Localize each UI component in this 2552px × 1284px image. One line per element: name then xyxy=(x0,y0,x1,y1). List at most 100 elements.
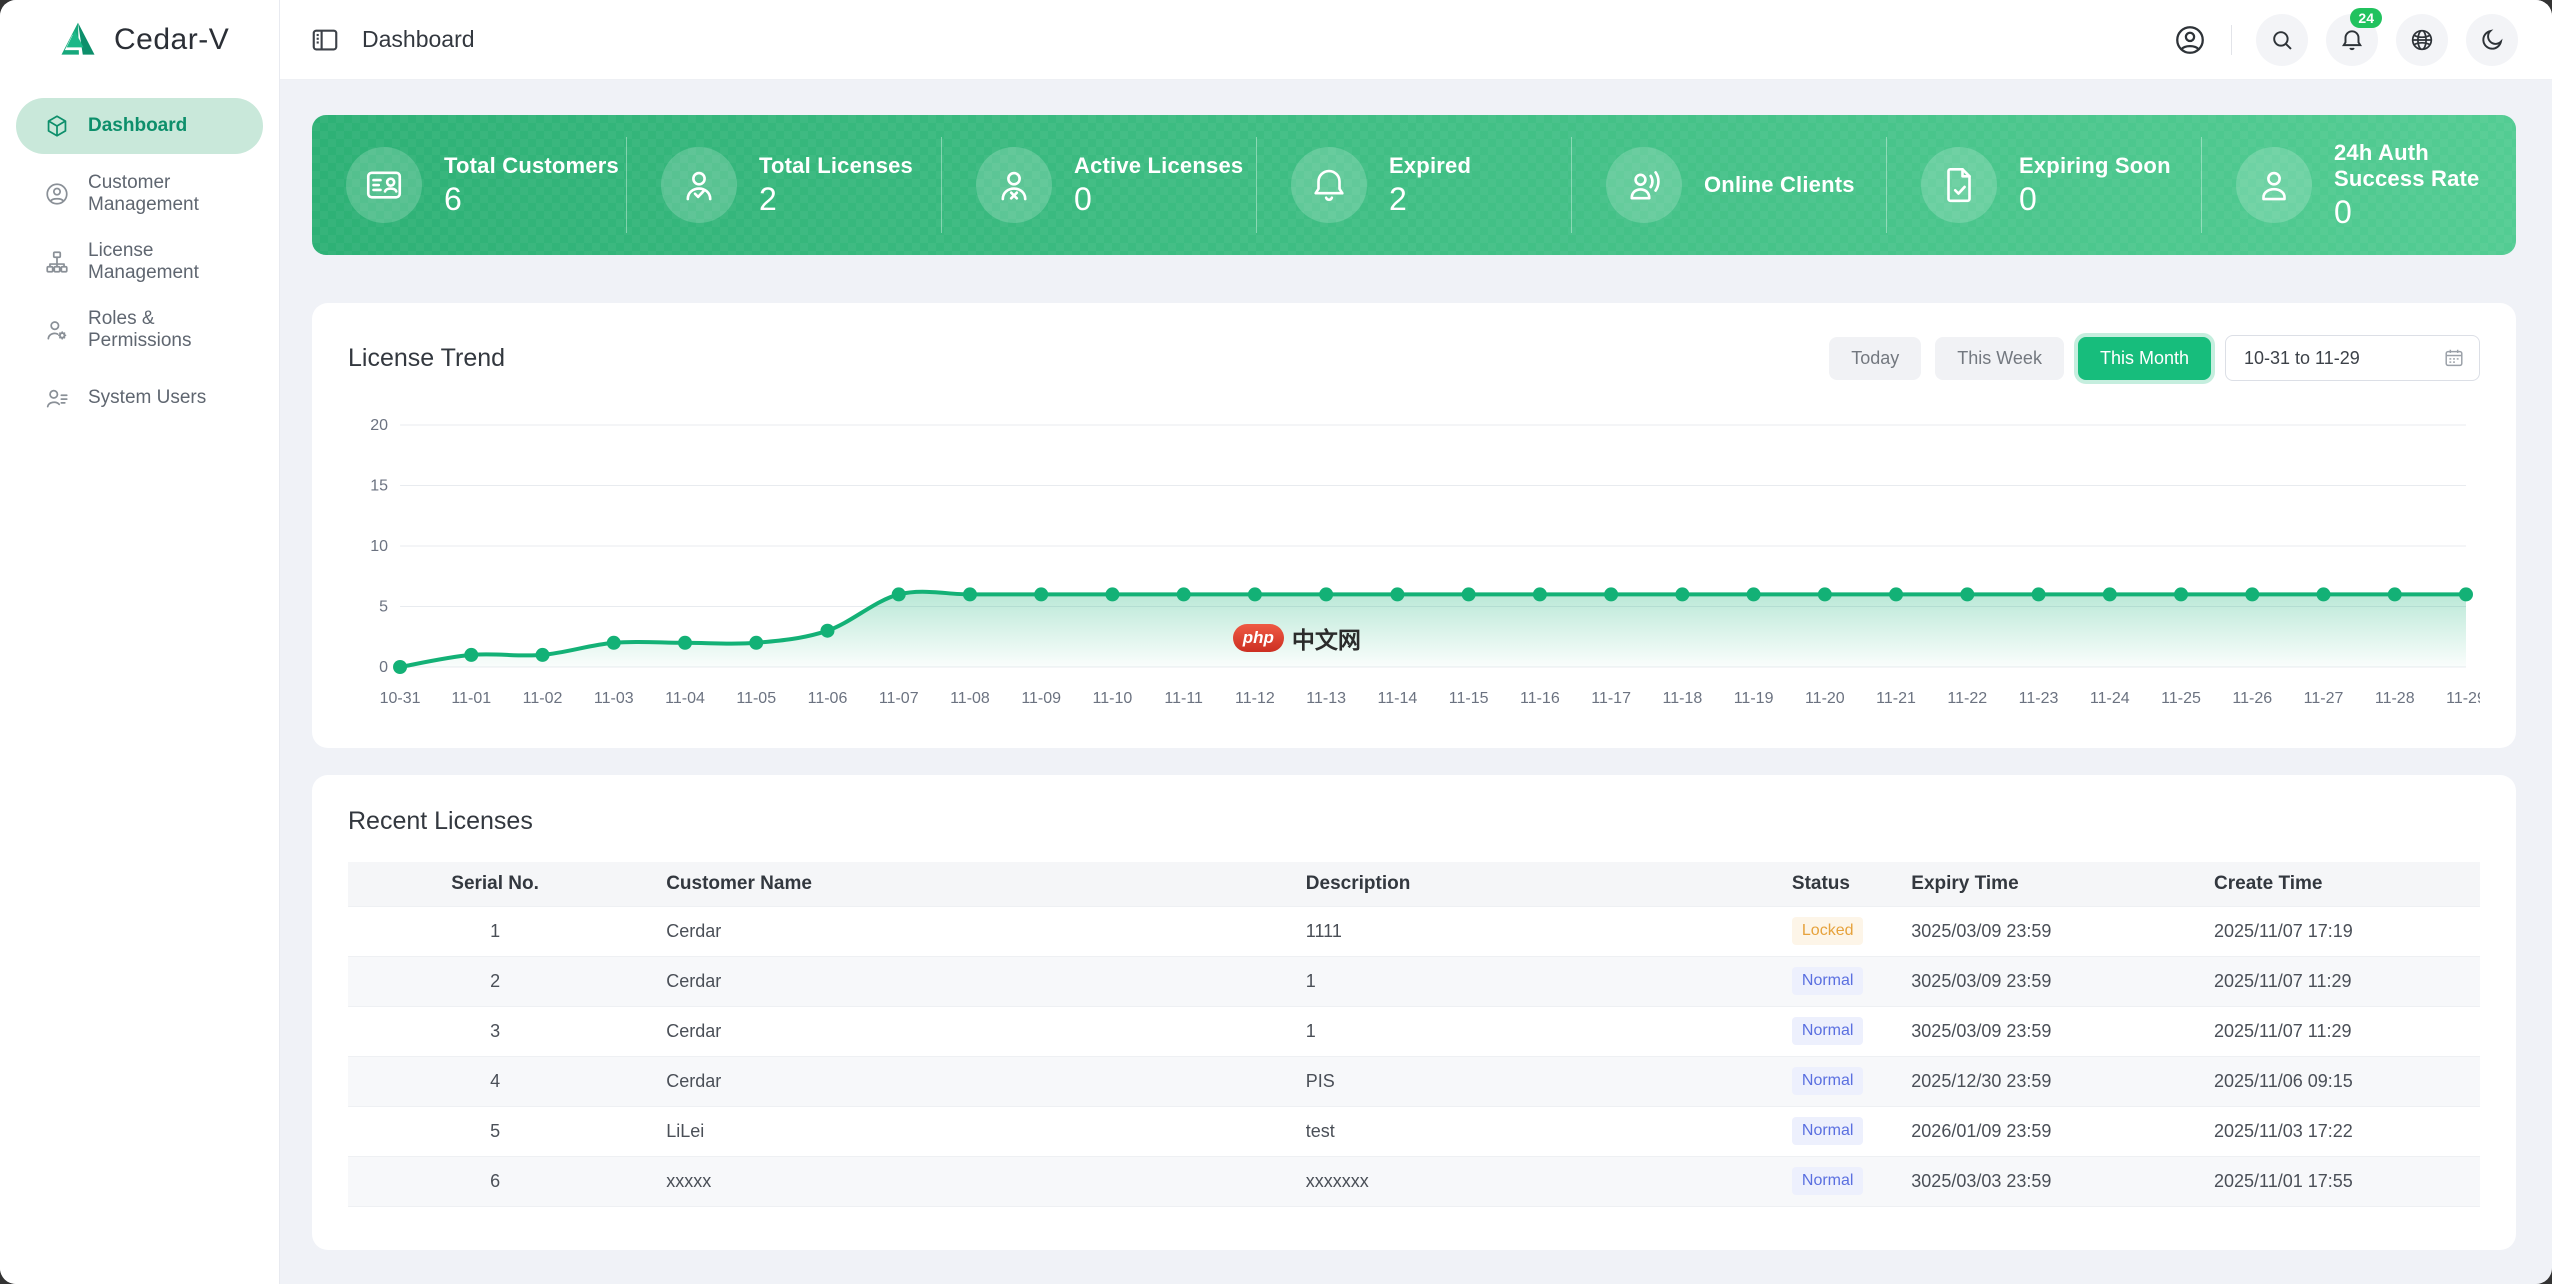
customer-icon xyxy=(44,181,70,207)
language-button[interactable] xyxy=(2396,14,2448,66)
bell-icon xyxy=(1308,164,1350,206)
stat-label: 24h Auth Success Rate xyxy=(2334,140,2516,192)
svg-text:11-26: 11-26 xyxy=(2232,690,2272,707)
stat-label: Online Clients xyxy=(1704,172,1855,198)
sidebar-item-label: Dashboard xyxy=(88,115,187,137)
cell-serial: 5 xyxy=(348,1106,642,1156)
table-bottom-spacer xyxy=(348,1206,2480,1220)
svg-text:11-04: 11-04 xyxy=(665,690,705,707)
id-card-icon xyxy=(363,164,405,206)
cell-expiry: 3025/03/09 23:59 xyxy=(1887,1006,2190,1056)
cell-created: 2025/11/07 11:29 xyxy=(2190,956,2480,1006)
recent-licenses-card: Recent Licenses Serial No.Customer NameD… xyxy=(312,775,2516,1250)
cell-description: 1 xyxy=(1282,956,1768,1006)
cell-status: Normal xyxy=(1768,1106,1887,1156)
cell-description: test xyxy=(1282,1106,1768,1156)
cell-serial: 6 xyxy=(348,1156,642,1206)
stat-card-expiring-soon: Expiring Soon0 xyxy=(1886,137,2201,233)
svg-text:11-28: 11-28 xyxy=(2375,690,2415,707)
cedar-logo-icon xyxy=(56,18,100,62)
table-row[interactable]: 6xxxxxxxxxxxxNormal3025/03/03 23:592025/… xyxy=(348,1156,2480,1206)
sidebar-item-label: System Users xyxy=(88,387,206,409)
svg-text:11-19: 11-19 xyxy=(1734,690,1774,707)
role-gear-icon xyxy=(44,317,70,343)
status-badge: Normal xyxy=(1792,967,1864,994)
svg-text:11-06: 11-06 xyxy=(808,690,848,707)
filter-this-week[interactable]: This Week xyxy=(1935,337,2064,380)
stat-value: 0 xyxy=(2019,183,2171,217)
cell-status: Normal xyxy=(1768,1056,1887,1106)
sidebar-item-system-users[interactable]: System Users xyxy=(16,370,263,426)
cell-created: 2025/11/03 17:22 xyxy=(2190,1106,2480,1156)
svg-text:10-31: 10-31 xyxy=(380,690,421,707)
stat-icon-wrap xyxy=(976,147,1052,223)
person-x-icon xyxy=(993,164,1035,206)
sidebar-item-label: License Management xyxy=(88,240,263,284)
person-check-icon xyxy=(678,164,720,206)
doc-check-icon xyxy=(1938,164,1980,206)
svg-text:11-27: 11-27 xyxy=(2304,690,2344,707)
line-chart: 0510152010-3111-0111-0211-0311-0411-0511… xyxy=(348,409,2480,719)
cell-status: Normal xyxy=(1768,1156,1887,1206)
sidebar-item-label: Roles & Permissions xyxy=(88,308,263,352)
licenses-table: Serial No.Customer NameDescriptionStatus… xyxy=(348,862,2480,1220)
stat-icon-wrap xyxy=(346,147,422,223)
notification-badge: 24 xyxy=(2350,8,2382,29)
svg-text:11-10: 11-10 xyxy=(1093,690,1133,707)
stat-value: 0 xyxy=(1074,183,1243,217)
filter-today[interactable]: Today xyxy=(1829,337,1921,380)
svg-text:20: 20 xyxy=(370,417,388,434)
column-header-expiry-time: Expiry Time xyxy=(1887,862,2190,906)
sidebar-item-dashboard[interactable]: Dashboard xyxy=(16,98,263,154)
svg-text:11-16: 11-16 xyxy=(1520,690,1560,707)
cell-expiry: 3025/03/03 23:59 xyxy=(1887,1156,2190,1206)
user-list-icon xyxy=(44,385,70,411)
status-badge: Normal xyxy=(1792,1167,1864,1194)
cell-expiry: 2025/12/30 23:59 xyxy=(1887,1056,2190,1106)
search-button[interactable] xyxy=(2256,14,2308,66)
sidebar-collapse-icon[interactable] xyxy=(310,25,340,55)
header-divider xyxy=(2231,25,2232,55)
logo: Cedar-V xyxy=(0,0,279,80)
sidebar-item-label: Customer Management xyxy=(88,172,263,216)
svg-text:5: 5 xyxy=(379,599,388,616)
date-range-picker[interactable]: 10-31 to 11-29 xyxy=(2225,335,2480,381)
cell-description: PIS xyxy=(1282,1056,1768,1106)
cell-serial: 1 xyxy=(348,906,642,956)
svg-text:11-29: 11-29 xyxy=(2446,690,2480,707)
svg-text:0: 0 xyxy=(379,659,388,676)
svg-text:11-11: 11-11 xyxy=(1164,690,1203,707)
svg-text:11-14: 11-14 xyxy=(1378,690,1418,707)
cube-icon xyxy=(44,113,70,139)
table-row[interactable]: 5LiLeitestNormal2026/01/09 23:592025/11/… xyxy=(348,1106,2480,1156)
table-row[interactable]: 1Cerdar1111Locked3025/03/09 23:592025/11… xyxy=(348,906,2480,956)
stat-value: 0 xyxy=(2334,196,2516,230)
content: Total Customers6Total Licenses2Active Li… xyxy=(280,80,2552,1284)
cell-serial: 4 xyxy=(348,1056,642,1106)
dark-mode-button[interactable] xyxy=(2466,14,2518,66)
account-icon[interactable] xyxy=(2173,23,2207,57)
table-row[interactable]: 2Cerdar1Normal3025/03/09 23:592025/11/07… xyxy=(348,956,2480,1006)
filter-this-month[interactable]: This Month xyxy=(2078,337,2211,380)
stat-label: Active Licenses xyxy=(1074,153,1243,179)
cell-customer: Cerdar xyxy=(642,1056,1282,1106)
column-header-customer-name: Customer Name xyxy=(642,862,1282,906)
svg-text:11-01: 11-01 xyxy=(451,690,491,707)
cell-customer: LiLei xyxy=(642,1106,1282,1156)
svg-text:10: 10 xyxy=(370,538,388,555)
sidebar-item-roles-permissions[interactable]: Roles & Permissions xyxy=(16,302,263,358)
svg-text:11-05: 11-05 xyxy=(736,690,776,707)
topbar: Dashboard xyxy=(280,0,2552,80)
sidebar-item-customer-management[interactable]: Customer Management xyxy=(16,166,263,222)
cell-description: 1111 xyxy=(1282,906,1768,956)
svg-text:11-24: 11-24 xyxy=(2090,690,2130,707)
cell-serial: 3 xyxy=(348,1006,642,1056)
cell-created: 2025/11/06 09:15 xyxy=(2190,1056,2480,1106)
sidebar-item-license-management[interactable]: License Management xyxy=(16,234,263,290)
stat-icon-wrap xyxy=(661,147,737,223)
table-row[interactable]: 3Cerdar1Normal3025/03/09 23:592025/11/07… xyxy=(348,1006,2480,1056)
cell-serial: 2 xyxy=(348,956,642,1006)
table-row[interactable]: 4CerdarPISNormal2025/12/30 23:592025/11/… xyxy=(348,1056,2480,1106)
notifications-button[interactable]: 24 xyxy=(2326,14,2378,66)
sitemap-icon xyxy=(44,249,70,275)
